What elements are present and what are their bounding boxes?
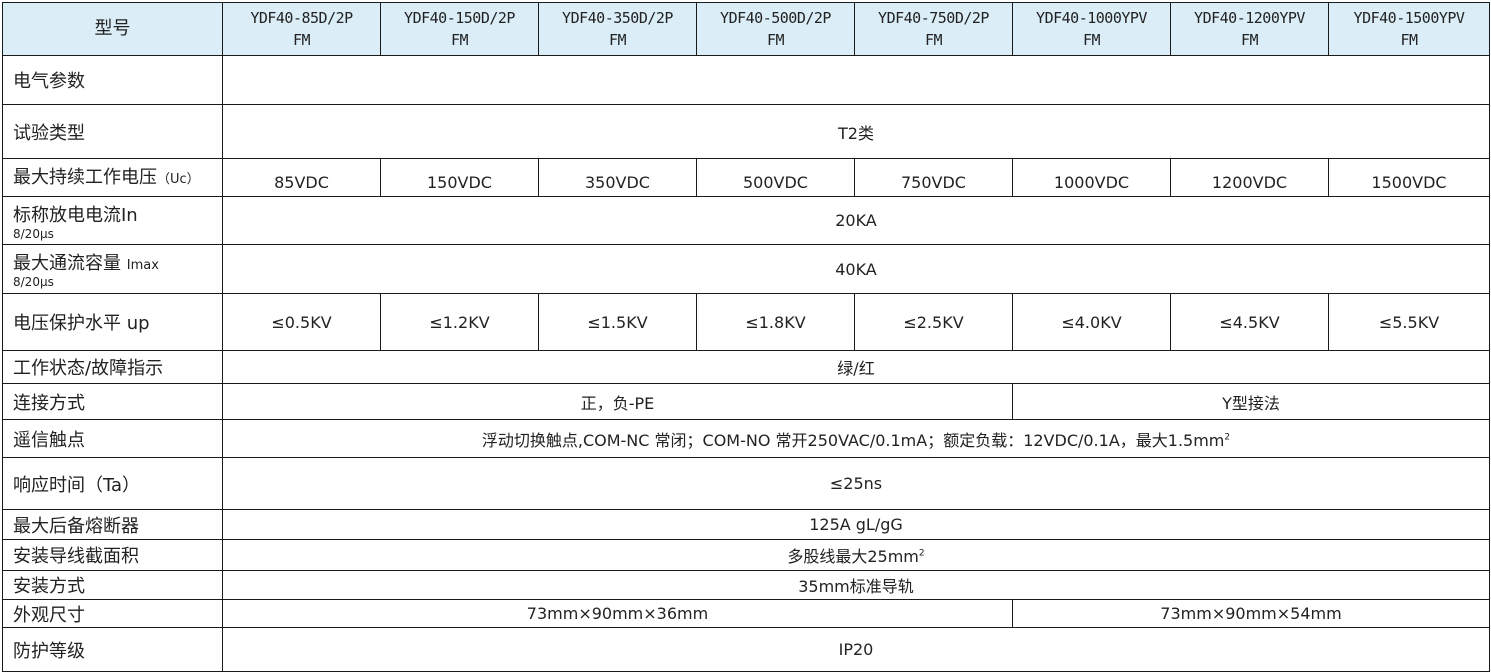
uc-value: 85VDC [222,158,381,197]
label-indicator: 工作状态/故障指示 [2,350,223,384]
label-up: 电压保护水平 up [2,293,223,351]
label-protection: 防护等级 [2,627,223,672]
up-value: ≤1.2KV [380,293,539,351]
label-mounting: 安装方式 [2,570,223,600]
value-response: ≤25ns [222,457,1490,510]
value-dimensions-left: 73mm×90mm×36mm [222,599,1013,628]
uc-value: 1000VDC [1012,158,1171,197]
row-fuse: 最大后备熔断器 125A gL/gG [2,509,1490,540]
row-in: 标称放电电流In 8/20μs 20KA [2,196,1490,245]
uc-value: 350VDC [538,158,697,197]
uc-value: 750VDC [854,158,1013,197]
row-test-type: 试验类型 T2类 [2,104,1490,159]
model-header-8: YDF40-1500YPV FM [1328,2,1490,56]
row-protection: 防护等级 IP20 [2,627,1490,672]
value-fuse: 125A gL/gG [222,509,1490,540]
label-in: 标称放电电流In 8/20μs [2,196,223,245]
up-value: ≤2.5KV [854,293,1013,351]
model-header-4: YDF40-500D/2P FM [696,2,855,56]
label-response: 响应时间（Ta） [2,457,223,510]
up-value: ≤4.0KV [1012,293,1171,351]
label-imax: 最大通流容量 Imax 8/20μs [2,244,223,294]
value-indicator: 绿/红 [222,350,1490,384]
value-test-type: T2类 [222,104,1490,159]
up-value: ≤0.5KV [222,293,381,351]
up-value: ≤1.5KV [538,293,697,351]
header-row: 型号 YDF40-85D/2P FM YDF40-150D/2P FM YDF40-… [2,2,1490,56]
label-wire: 安装导线截面积 [2,539,223,571]
model-header-1: YDF40-85D/2P FM [222,2,381,56]
model-header-6: YDF40-1000YPV FM [1012,2,1171,56]
up-value: ≤5.5KV [1328,293,1490,351]
row-dimensions: 外观尺寸 73mm×90mm×36mm 73mm×90mm×54mm [2,599,1490,628]
row-up: 电压保护水平 up ≤0.5KV ≤1.2KV ≤1.5KV ≤1.8KV ≤2… [2,293,1490,351]
spec-table: 型号 YDF40-85D/2P FM YDF40-150D/2P FM YDF40-… [2,2,1490,672]
row-wire: 安装导线截面积 多股线最大25mm2 [2,539,1490,571]
value-mounting: 35mm标准导轨 [222,570,1490,600]
row-connection: 连接方式 正，负-PE Y型接法 [2,383,1490,420]
label-connection: 连接方式 [2,383,223,420]
row-imax: 最大通流容量 Imax 8/20μs 40KA [2,244,1490,294]
row-electrical: 电气参数 [2,55,1490,105]
row-mounting: 安装方式 35mm标准导轨 [2,570,1490,600]
uc-value: 1500VDC [1328,158,1490,197]
model-header-5: YDF40-750D/2P FM [854,2,1013,56]
value-wire: 多股线最大25mm2 [222,539,1490,571]
value-in: 20KA [222,196,1490,245]
label-uc: 最大持续工作电压（Uc） [2,158,223,197]
model-header-3: YDF40-350D/2P FM [538,2,697,56]
row-uc: 最大持续工作电压（Uc） 85VDC 150VDC 350VDC 500VDC … [2,158,1490,197]
value-imax: 40KA [222,244,1490,294]
uc-value: 150VDC [380,158,539,197]
value-dimensions-right: 73mm×90mm×54mm [1012,599,1490,628]
row-response: 响应时间（Ta） ≤25ns [2,457,1490,510]
up-value: ≤4.5KV [1170,293,1329,351]
uc-value: 500VDC [696,158,855,197]
up-value: ≤1.8KV [696,293,855,351]
label-remote: 遥信触点 [2,419,223,458]
value-electrical [222,55,1490,105]
model-header-7: YDF40-1200YPV FM [1170,2,1329,56]
row-remote: 遥信触点 浮动切换触点,COM-NC 常闭；COM-NO 常开250VAC/0.… [2,419,1490,458]
value-protection: IP20 [222,627,1490,672]
value-connection-right: Y型接法 [1012,383,1490,420]
label-electrical: 电气参数 [2,55,223,105]
uc-value: 1200VDC [1170,158,1329,197]
row-indicator: 工作状态/故障指示 绿/红 [2,350,1490,384]
label-fuse: 最大后备熔断器 [2,509,223,540]
value-connection-left: 正，负-PE [222,383,1013,420]
model-label: 型号 [2,2,223,56]
label-test-type: 试验类型 [2,104,223,159]
value-remote: 浮动切换触点,COM-NC 常闭；COM-NO 常开250VAC/0.1mA；额… [222,419,1490,458]
model-header-2: YDF40-150D/2P FM [380,2,539,56]
label-dimensions: 外观尺寸 [2,599,223,628]
